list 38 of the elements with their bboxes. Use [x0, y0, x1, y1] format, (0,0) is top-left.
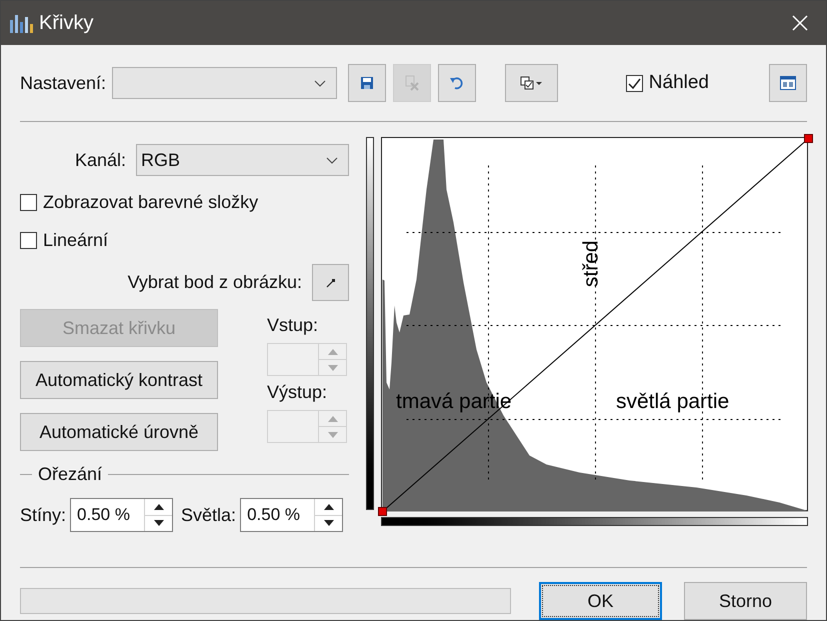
channel-dropdown[interactable]: RGB: [136, 144, 349, 176]
chevron-down-icon: [326, 156, 338, 164]
dialog-button[interactable]: Storno: [684, 582, 807, 620]
zone-label: světlá partie: [616, 389, 730, 415]
option-label: Zobrazovat barevné složky: [43, 190, 258, 214]
dialog-button[interactable]: OK: [539, 582, 662, 620]
zone-label: střed: [578, 240, 604, 288]
app-icon: [9, 12, 35, 34]
undo-button[interactable]: [438, 64, 476, 102]
preview-label: Náhled: [648, 70, 709, 95]
options-button[interactable]: [505, 64, 558, 102]
undo-icon: [449, 76, 466, 90]
save-button[interactable]: [348, 64, 386, 102]
clipping-heading: Ořezání: [38, 463, 102, 486]
option-label: Lineární: [43, 228, 108, 252]
save-icon: [360, 76, 374, 90]
eyedropper-icon: [326, 278, 336, 288]
channel-label: Kanál:: [74, 148, 126, 172]
percent-spinner[interactable]: 0.50 %: [240, 498, 344, 532]
clipping-label: Stíny:: [20, 504, 66, 527]
action-button[interactable]: Automatický kontrast: [20, 361, 218, 399]
percent-spinner[interactable]: 0.50 %: [70, 498, 174, 532]
checkbox[interactable]: [20, 232, 37, 248]
chevron-down-icon: [314, 80, 326, 86]
action-button[interactable]: Automatické úrovně: [20, 413, 218, 451]
window-layout-icon: [780, 76, 796, 90]
pick-point-label: Vybrat bod z obrázku:: [128, 271, 302, 294]
layout-button[interactable]: [769, 64, 807, 102]
value-label: Výstup:: [267, 381, 328, 404]
delete-icon: [404, 75, 420, 91]
close-icon[interactable]: [792, 15, 808, 31]
checklist-dropdown-icon: [520, 76, 544, 90]
preset-label: Nastavení:: [20, 72, 106, 94]
checkbox[interactable]: [626, 74, 643, 92]
value-label: Vstup:: [267, 314, 318, 337]
window-title: Křivky: [39, 11, 94, 36]
checkbox[interactable]: [20, 194, 37, 210]
clipping-label: Světla:: [181, 504, 236, 526]
